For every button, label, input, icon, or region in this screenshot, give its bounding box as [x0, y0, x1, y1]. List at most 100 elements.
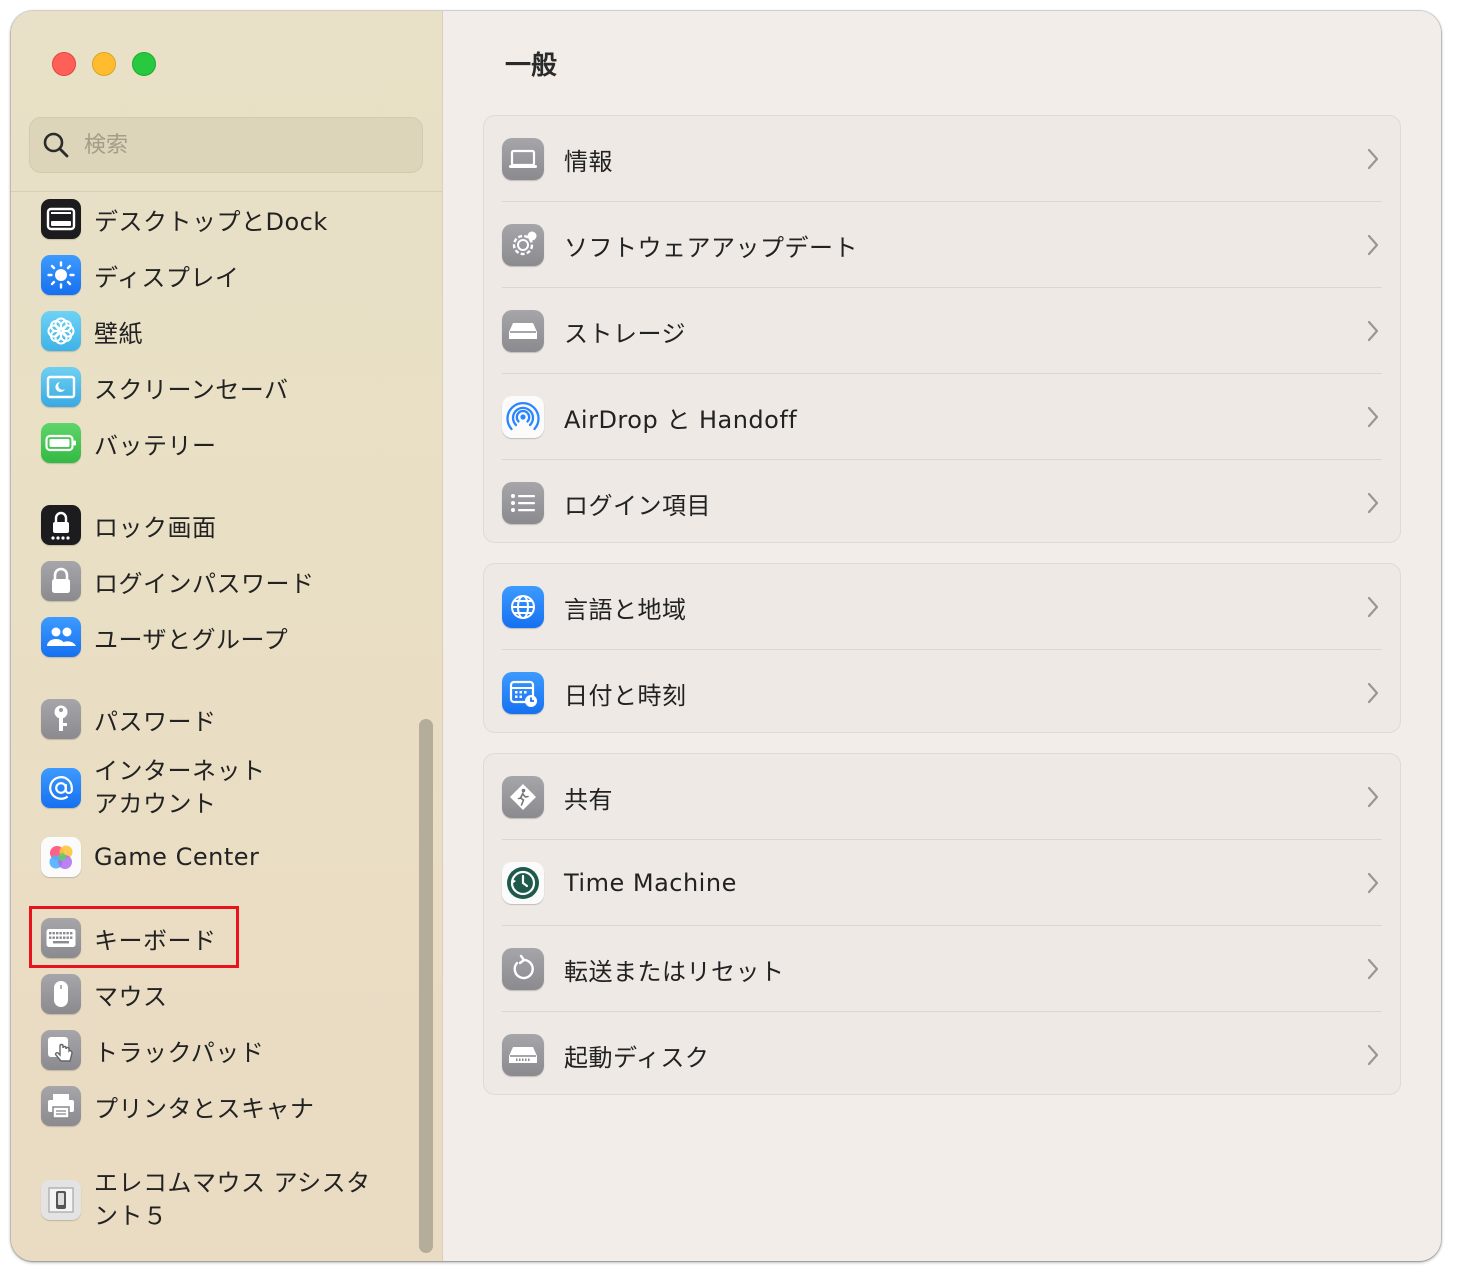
users-icon	[41, 617, 81, 657]
lock-screen-icon	[41, 505, 81, 545]
laptop-icon	[502, 138, 544, 180]
row-label: ストレージ	[564, 319, 687, 348]
sidebar-item-wallpaper[interactable]: 壁紙	[41, 309, 143, 353]
row-label: 共有	[564, 785, 613, 814]
row-label: Time Machine	[564, 869, 737, 897]
main-content: 一般 情報 ソフトウェアアップデート ストレージ AirDrop と Hando…	[443, 11, 1441, 1261]
sidebar-divider	[11, 191, 442, 192]
row-label: 言語と地域	[564, 595, 687, 624]
chevron-right-icon	[1367, 406, 1379, 428]
sidebar-item-label: ユーザとグループ	[94, 625, 289, 654]
padlock-icon	[41, 561, 81, 601]
settings-row-startup-disk[interactable]: 起動ディスク	[484, 1012, 1400, 1098]
startup-disk-icon	[502, 1034, 544, 1076]
chevron-right-icon	[1367, 148, 1379, 170]
sidebar: デスクトップとDock ディスプレイ 壁紙 スクリーンセーバ バッテリー	[11, 11, 443, 1261]
settings-row-storage[interactable]: ストレージ	[484, 288, 1400, 374]
settings-row-time-machine[interactable]: Time Machine	[484, 840, 1400, 926]
page-title: 一般	[505, 51, 558, 81]
battery-icon	[41, 423, 81, 463]
chevron-right-icon	[1367, 872, 1379, 894]
sidebar-item-elecom-mouse-assistant[interactable]: エレコムマウス アシスタント５	[41, 1167, 384, 1233]
settings-row-sharing[interactable]: 共有	[484, 754, 1400, 840]
sidebar-item-label: エレコムマウス アシスタント５	[94, 1169, 371, 1230]
chevron-right-icon	[1367, 492, 1379, 514]
minimize-window-button[interactable]	[92, 52, 116, 76]
calendar-clock-icon	[502, 672, 544, 714]
settings-row-language-region[interactable]: 言語と地域	[484, 564, 1400, 650]
key-icon	[41, 699, 81, 739]
time-machine-icon	[502, 862, 544, 904]
drive-icon	[502, 310, 544, 352]
sidebar-item-label: 壁紙	[94, 319, 143, 348]
sidebar-item-users-groups[interactable]: ユーザとグループ	[41, 615, 288, 659]
dock-icon	[41, 199, 81, 239]
highlight-box	[29, 906, 239, 968]
chevron-right-icon	[1367, 958, 1379, 980]
sidebar-item-label: スクリーンセーバ	[94, 375, 289, 404]
trackpad-icon	[41, 1030, 81, 1070]
game-center-icon	[41, 837, 81, 877]
sidebar-item-game-center[interactable]: Game Center	[41, 835, 259, 879]
sidebar-scrollbar[interactable]	[419, 719, 433, 1253]
chevron-right-icon	[1367, 786, 1379, 808]
sidebar-item-mouse[interactable]: マウス	[41, 972, 168, 1016]
sidebar-item-trackpad[interactable]: トラックパッド	[41, 1028, 264, 1072]
sidebar-item-printers-scanners[interactable]: プリンタとスキャナ	[41, 1084, 315, 1128]
sidebar-item-label: インターネット アカウント	[94, 757, 266, 818]
at-sign-icon	[41, 768, 81, 808]
chevron-right-icon	[1367, 320, 1379, 342]
sidebar-item-label: マウス	[94, 982, 168, 1011]
list-icon	[502, 482, 544, 524]
sidebar-item-label: Game Center	[94, 843, 260, 871]
globe-icon	[502, 586, 544, 628]
airdrop-icon	[502, 396, 544, 438]
sidebar-item-label: パスワード	[94, 707, 217, 736]
sidebar-item-internet-accounts[interactable]: インターネット アカウント	[41, 755, 394, 821]
row-label: AirDrop と Handoff	[564, 405, 798, 434]
settings-row-about[interactable]: 情報	[484, 116, 1400, 202]
settings-row-transfer-reset[interactable]: 転送またはリセット	[484, 926, 1400, 1012]
row-label: 転送またはリセット	[564, 957, 785, 986]
zoom-window-button[interactable]	[132, 52, 156, 76]
row-label: ソフトウェアアップデート	[564, 233, 858, 262]
reset-icon	[502, 948, 544, 990]
sharing-icon	[502, 776, 544, 818]
printer-icon	[41, 1086, 81, 1126]
search-box[interactable]	[29, 117, 423, 173]
chevron-right-icon	[1367, 234, 1379, 256]
close-window-button[interactable]	[52, 52, 76, 76]
row-label: 日付と時刻	[564, 681, 687, 710]
sidebar-item-display[interactable]: ディスプレイ	[41, 253, 239, 297]
sidebar-item-label: ログインパスワード	[94, 569, 315, 598]
sidebar-item-lock-screen[interactable]: ロック画面	[41, 503, 217, 547]
settings-row-airdrop-handoff[interactable]: AirDrop と Handoff	[484, 374, 1400, 460]
sidebar-item-label: トラックパッド	[94, 1038, 265, 1067]
wallpaper-flower-icon	[41, 311, 81, 351]
sidebar-item-label: バッテリー	[94, 431, 217, 460]
elecom-mouse-icon	[41, 1180, 81, 1220]
gear-update-icon	[502, 224, 544, 266]
settings-group-about: 情報 ソフトウェアアップデート ストレージ AirDrop と Handoff …	[483, 115, 1401, 543]
sidebar-item-label: ロック画面	[94, 513, 217, 542]
display-brightness-icon	[41, 255, 81, 295]
sidebar-item-desktop-dock[interactable]: デスクトップとDock	[41, 197, 328, 241]
settings-row-software-update[interactable]: ソフトウェアアップデート	[484, 202, 1400, 288]
sidebar-item-label: デスクトップとDock	[94, 207, 328, 236]
chevron-right-icon	[1367, 682, 1379, 704]
sidebar-item-screensaver[interactable]: スクリーンセーバ	[41, 365, 289, 409]
sidebar-item-login-password[interactable]: ログインパスワード	[41, 559, 315, 603]
sidebar-item-label: プリンタとスキャナ	[94, 1094, 315, 1123]
row-label: 情報	[564, 147, 613, 176]
sidebar-item-passwords[interactable]: パスワード	[41, 697, 217, 741]
settings-group-system: 共有 Time Machine 転送またはリセット 起動ディスク	[483, 753, 1401, 1095]
window-controls	[52, 52, 156, 76]
search-input[interactable]	[82, 131, 386, 159]
settings-group-locale: 言語と地域 日付と時刻	[483, 563, 1401, 733]
row-label: 起動ディスク	[564, 1043, 710, 1072]
settings-row-date-time[interactable]: 日付と時刻	[484, 650, 1400, 736]
sidebar-item-battery[interactable]: バッテリー	[41, 421, 217, 465]
sidebar-item-label: ディスプレイ	[94, 263, 240, 292]
settings-row-login-items[interactable]: ログイン項目	[484, 460, 1400, 546]
search-icon	[43, 132, 69, 158]
